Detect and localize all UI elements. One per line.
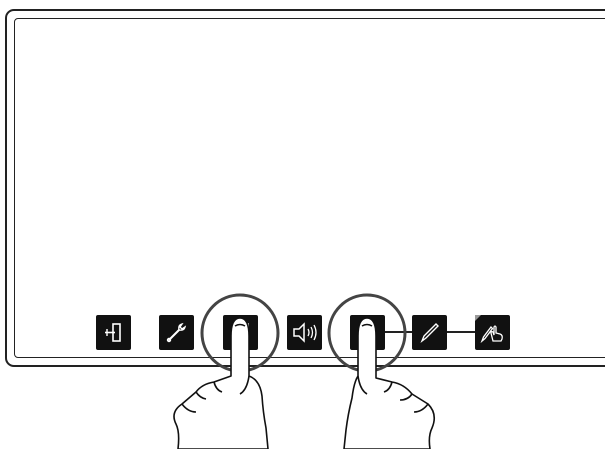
pen-button[interactable] (412, 315, 447, 350)
display-screen[interactable]: idle (14, 18, 605, 358)
wrench-icon (166, 322, 187, 343)
touch-toggle-button[interactable] (223, 315, 258, 350)
settings-button[interactable] (159, 315, 194, 350)
input-source-icon (105, 323, 121, 342)
speaker-volume-icon (293, 322, 317, 343)
input-source-button[interactable] (96, 315, 131, 350)
volume-button[interactable] (287, 315, 322, 350)
pen-mode-button[interactable] (350, 315, 385, 350)
pen-icon (420, 323, 439, 344)
pen-touch-icon (475, 315, 503, 344)
touch-door-icon (231, 323, 249, 341)
screen-state: idle (15, 19, 17, 20)
pen-tip-icon (366, 322, 369, 325)
pen-touch-button[interactable] (475, 315, 510, 350)
